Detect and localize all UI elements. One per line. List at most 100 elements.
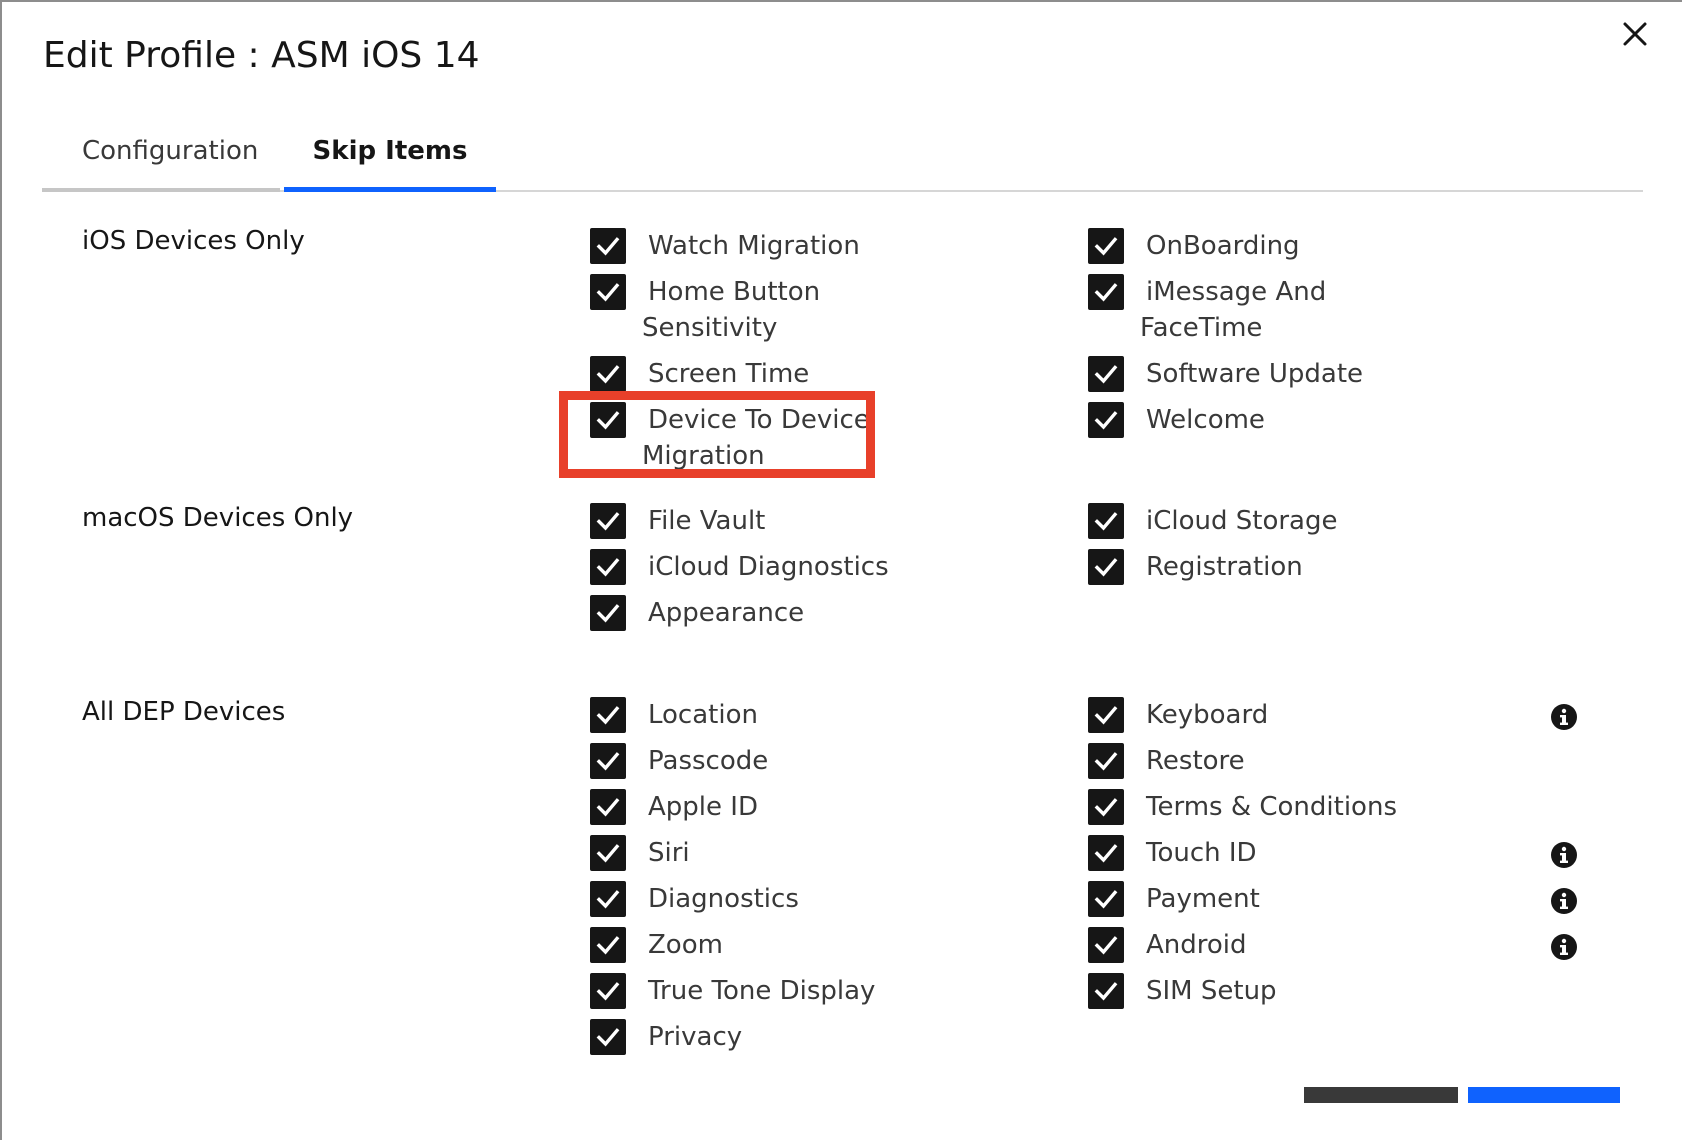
checkbox[interactable] [590, 881, 626, 917]
checkmark-icon [596, 1028, 620, 1047]
checkmark-icon [596, 365, 620, 384]
checkbox-label: Location [648, 700, 758, 730]
checkbox[interactable] [590, 228, 626, 264]
cancel-button[interactable] [1304, 1087, 1458, 1103]
checkbox[interactable] [1088, 743, 1124, 779]
checkbox[interactable] [1088, 274, 1124, 310]
checkbox[interactable] [590, 549, 626, 585]
highlight-box [559, 391, 875, 478]
checkbox-label: OnBoarding [1146, 231, 1300, 261]
checkbox[interactable] [590, 973, 626, 1009]
checkbox[interactable] [590, 274, 626, 310]
checkbox-label: Touch ID [1146, 838, 1257, 868]
section-label-all-dep: All DEP Devices [82, 697, 286, 727]
checkmark-icon [1094, 936, 1118, 955]
checkbox[interactable] [1088, 973, 1124, 1009]
checkmark-icon [1094, 844, 1118, 863]
checkbox[interactable] [1088, 549, 1124, 585]
checkbox[interactable] [1088, 402, 1124, 438]
tab-list: Configuration Skip Items [42, 130, 1643, 192]
checkbox-label: Terms & Conditions [1146, 792, 1397, 822]
checkbox-label: iCloud Diagnostics [648, 552, 889, 582]
dialog-title: Edit Profile : ASM iOS 14 [43, 35, 480, 76]
checkmark-icon [596, 798, 620, 817]
checkbox-label-continued: FaceTime [1140, 313, 1263, 343]
checkbox[interactable] [1088, 789, 1124, 825]
checkbox-label: True Tone Display [648, 976, 876, 1006]
checkbox[interactable] [590, 1019, 626, 1055]
section-label-ios: iOS Devices Only [82, 226, 305, 256]
info-icon[interactable] [1550, 887, 1578, 915]
checkbox[interactable] [1088, 881, 1124, 917]
checkbox[interactable] [590, 697, 626, 733]
checkmark-icon [596, 706, 620, 725]
checkbox-label: iCloud Storage [1146, 506, 1338, 536]
tab-skip-items-underline [284, 187, 496, 192]
checkmark-icon [1094, 752, 1118, 771]
close-button[interactable] [1615, 14, 1655, 54]
checkmark-icon [596, 752, 620, 771]
checkmark-icon [596, 844, 620, 863]
checkbox-label: Android [1146, 930, 1247, 960]
checkbox[interactable] [1088, 697, 1124, 733]
checkbox-label: Home Button [648, 277, 821, 307]
checkmark-icon [1094, 982, 1118, 1001]
checkbox[interactable] [1088, 228, 1124, 264]
checkbox[interactable] [1088, 835, 1124, 871]
checkmark-icon [1094, 798, 1118, 817]
checkbox-label: File Vault [648, 506, 766, 536]
checkmark-icon [1094, 890, 1118, 909]
checkmark-icon [596, 890, 620, 909]
section-label-macos: macOS Devices Only [82, 503, 354, 533]
checkbox-label: Passcode [648, 746, 769, 776]
checkbox-label: Zoom [648, 930, 723, 960]
tab-configuration-underline [42, 188, 280, 192]
checkbox-label-continued: Sensitivity [642, 313, 778, 343]
checkmark-icon [596, 237, 620, 256]
checkbox-label: Software Update [1146, 359, 1364, 389]
checkmark-icon [1094, 365, 1118, 384]
checkmark-icon [1094, 512, 1118, 531]
info-icon[interactable] [1550, 933, 1578, 961]
checkbox-label: Privacy [648, 1022, 743, 1052]
save-button[interactable] [1468, 1087, 1620, 1103]
tab-skip-items[interactable]: Skip Items [284, 130, 496, 192]
checkmark-icon [596, 512, 620, 531]
checkmark-icon [596, 283, 620, 302]
checkbox[interactable] [590, 595, 626, 631]
checkmark-icon [1094, 237, 1118, 256]
checkbox[interactable] [1088, 503, 1124, 539]
checkbox[interactable] [1088, 356, 1124, 392]
checkbox-label: Diagnostics [648, 884, 799, 914]
checkbox-label: Keyboard [1146, 700, 1269, 730]
checkbox[interactable] [590, 743, 626, 779]
checkbox-label: Watch Migration [648, 231, 860, 261]
checkbox-label: Restore [1146, 746, 1245, 776]
checkbox[interactable] [590, 835, 626, 871]
checkbox[interactable] [1088, 927, 1124, 963]
checkbox[interactable] [590, 789, 626, 825]
checkmark-icon [596, 936, 620, 955]
close-icon [1623, 22, 1647, 46]
checkbox-label: Apple ID [648, 792, 758, 822]
checkmark-icon [1094, 706, 1118, 725]
checkmark-icon [596, 604, 620, 623]
dialog-top-border [0, 0, 1682, 2]
tab-configuration[interactable]: Configuration [42, 130, 280, 192]
checkbox[interactable] [590, 503, 626, 539]
dialog-left-border [0, 0, 2, 1140]
checkbox-label: Appearance [648, 598, 805, 628]
checkmark-icon [596, 558, 620, 577]
checkbox[interactable] [590, 356, 626, 392]
checkmark-icon [1094, 283, 1118, 302]
checkmark-icon [1094, 558, 1118, 577]
checkbox-label: Screen Time [648, 359, 810, 389]
tab-baseline [42, 190, 1643, 192]
info-icon[interactable] [1550, 703, 1578, 731]
checkbox[interactable] [590, 927, 626, 963]
checkbox-label: Siri [648, 838, 690, 868]
tab-skip-items-label: Skip Items [312, 136, 468, 166]
checkbox-label: Welcome [1146, 405, 1265, 435]
checkmark-icon [1094, 411, 1118, 430]
info-icon[interactable] [1550, 841, 1578, 869]
